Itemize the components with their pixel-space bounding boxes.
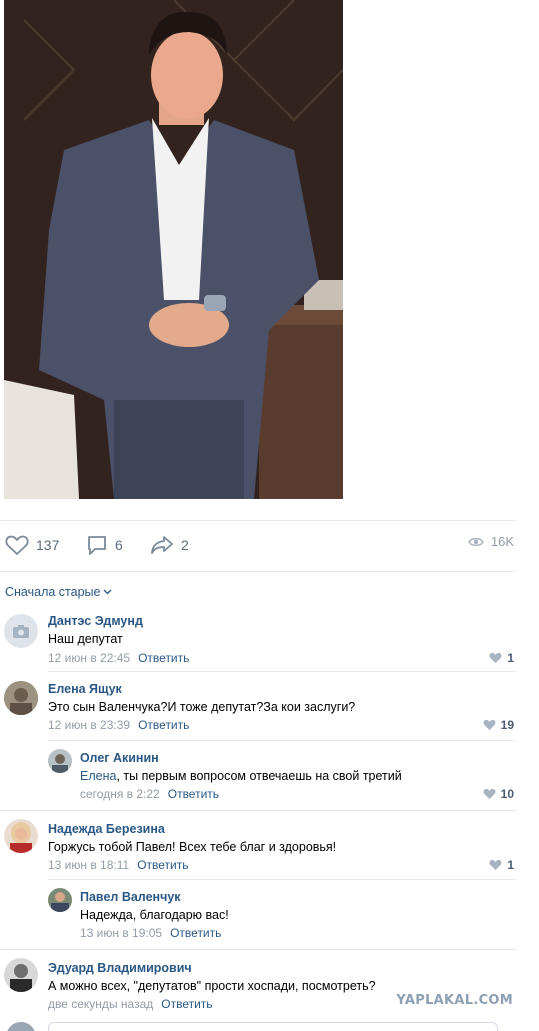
comment-time[interactable]: 13 июн в 19:05	[80, 926, 162, 940]
comment-text: Елена, ты первым вопросом отвечаешь на с…	[80, 769, 402, 783]
reply-button[interactable]: Ответить	[138, 718, 189, 732]
avatar	[6, 1022, 36, 1031]
comment-like-count: 1	[507, 858, 514, 872]
comment-author[interactable]: Дантэс Эдмунд	[48, 614, 143, 628]
comment-icon	[88, 536, 106, 555]
comment-like-count: 10	[500, 787, 514, 801]
share-button[interactable]: 2	[150, 534, 189, 556]
comment-text: Это сын Валенчука?И тоже депутат?За кои …	[48, 700, 356, 714]
views-counter: 16K	[468, 534, 514, 549]
share-count: 2	[181, 537, 189, 553]
like-count: 137	[36, 537, 60, 553]
reply-button[interactable]: Ответить	[170, 926, 221, 940]
comment-author[interactable]: Павел Валенчук	[80, 890, 181, 904]
divider	[0, 949, 516, 950]
avatar[interactable]	[4, 819, 38, 853]
comment-input-row	[0, 1018, 539, 1031]
avatar[interactable]	[4, 614, 38, 648]
comment-like-button[interactable]: 10	[483, 787, 514, 801]
avatar[interactable]	[4, 681, 38, 715]
comment-time[interactable]: сегодня в 2:22	[80, 787, 160, 801]
heart-icon	[5, 535, 29, 555]
comment-author[interactable]: Олег Акинин	[80, 751, 159, 765]
comment-author[interactable]: Эдуард Владимирович	[48, 961, 192, 975]
comment-input[interactable]	[48, 1022, 498, 1031]
reply-button[interactable]: Ответить	[138, 651, 189, 665]
comment-text: Горжусь тобой Павел! Всех тебе благ и зд…	[48, 840, 337, 854]
comment-item: Дантэс Эдмунд Наш депутат 12 июн в 22:45…	[0, 608, 516, 672]
divider	[48, 740, 516, 741]
comment-like-count: 1	[507, 651, 514, 665]
heart-icon	[483, 788, 496, 799]
divider	[48, 671, 516, 672]
comment-text: А можно всех, "депутатов" прости хоспади…	[48, 979, 376, 993]
watermark: YAPLAKAL.COM	[396, 993, 513, 1008]
post-actions-bar: 137 6 2 16K	[0, 520, 516, 572]
avatar[interactable]	[48, 749, 72, 773]
post-photo[interactable]	[4, 0, 343, 499]
mention-link[interactable]: Елена	[80, 769, 116, 783]
heart-icon	[483, 719, 496, 730]
comment-text-body: , ты первым вопросом отвечаешь на свой т…	[116, 769, 402, 783]
comment-button[interactable]: 6	[86, 534, 123, 556]
camera-icon	[13, 624, 29, 638]
reply-button[interactable]: Ответить	[137, 858, 188, 872]
chevron-down-icon	[104, 589, 112, 595]
reply-button[interactable]: Ответить	[168, 787, 219, 801]
comment-item: Елена Ящук Это сын Валенчука?И тоже депу…	[0, 676, 516, 741]
heart-icon	[489, 652, 502, 663]
reply-button[interactable]: Ответить	[161, 997, 212, 1011]
comment-meta: 12 июн в 22:45 Ответить	[48, 651, 189, 665]
avatar[interactable]	[48, 888, 72, 912]
comment-item: Надежда Березина Горжусь тобой Павел! Вс…	[0, 816, 516, 880]
comment-time[interactable]: 13 июн в 18:11	[48, 858, 129, 872]
comment-reply-item: Олег Акинин Елена, ты первым вопросом от…	[0, 746, 516, 811]
comment-time[interactable]: 12 июн в 23:39	[48, 718, 130, 732]
comment-like-button[interactable]: 1	[489, 651, 514, 665]
comment-time[interactable]: две секунды назад	[48, 997, 153, 1011]
divider	[48, 879, 516, 880]
share-icon	[151, 536, 173, 554]
comment-meta: сегодня в 2:22 Ответить	[80, 787, 219, 801]
comment-reply-item: Павел Валенчук Надежда, благодарю вас! 1…	[0, 885, 516, 950]
comment-author[interactable]: Елена Ящук	[48, 682, 122, 696]
heart-icon	[489, 859, 502, 870]
comment-author[interactable]: Надежда Березина	[48, 822, 165, 836]
sort-label: Сначала старые	[5, 585, 101, 599]
comment-like-button[interactable]: 19	[483, 718, 514, 732]
comment-like-button[interactable]: 1	[489, 858, 514, 872]
avatar[interactable]	[4, 958, 38, 992]
comment-text: Наш депутат	[48, 632, 123, 646]
comment-meta: две секунды назад Ответить	[48, 997, 213, 1011]
comment-text: Надежда, благодарю вас!	[80, 908, 229, 922]
comment-time[interactable]: 12 июн в 22:45	[48, 651, 130, 665]
like-button[interactable]: 137	[5, 534, 59, 556]
view-count: 16K	[490, 534, 514, 549]
comment-meta: 13 июн в 19:05 Ответить	[80, 926, 221, 940]
comment-count: 6	[115, 537, 123, 553]
comment-like-count: 19	[500, 718, 514, 732]
comment-meta: 13 июн в 18:11 Ответить	[48, 858, 189, 872]
eye-icon	[468, 537, 484, 546]
divider	[0, 810, 516, 811]
comment-meta: 12 июн в 23:39 Ответить	[48, 718, 189, 732]
comments-sort-dropdown[interactable]: Сначала старые	[5, 585, 112, 599]
